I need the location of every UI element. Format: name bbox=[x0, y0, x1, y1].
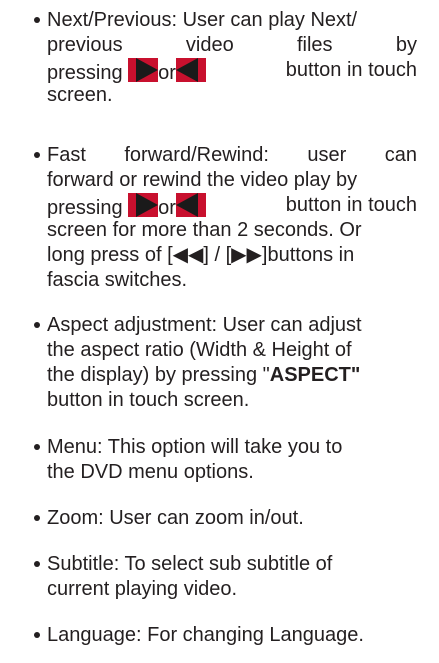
bullet bbox=[34, 561, 40, 567]
word: files bbox=[296, 34, 333, 56]
text-line: forward or rewind the video play by bbox=[47, 169, 358, 191]
word: or bbox=[158, 197, 176, 219]
word: the display) by pressing " bbox=[47, 364, 270, 386]
text-line: Zoom: User can zoom in/out. bbox=[47, 507, 304, 529]
bullet bbox=[34, 632, 40, 638]
aspect-label: ASPECT" bbox=[269, 364, 361, 386]
word: previous bbox=[47, 34, 123, 56]
word: user bbox=[307, 144, 347, 166]
text-line: the display) by pressing "ASPECT" bbox=[47, 363, 417, 388]
previous-button-icon bbox=[175, 193, 206, 217]
word: Fast bbox=[47, 144, 86, 166]
manual-page: Next/Previous: User can play Next/ previ… bbox=[0, 0, 439, 663]
text-line: Menu: This option will take you to bbox=[47, 436, 343, 458]
word: forward/Rewind: bbox=[124, 144, 269, 166]
next-button-icon bbox=[128, 193, 159, 217]
text-line: Subtitle: To select sub subtitle of bbox=[47, 553, 333, 575]
text-line: screen. bbox=[47, 84, 113, 106]
next-button-icon bbox=[128, 58, 159, 82]
text-line-justified: Fast forward/Rewind: user can bbox=[47, 143, 417, 168]
bullet bbox=[34, 515, 40, 521]
bullet bbox=[34, 322, 40, 328]
text-line: Language: For changing Language. bbox=[47, 624, 364, 646]
text-line: Next/Previous: User can play Next/ bbox=[47, 9, 358, 31]
word: or bbox=[158, 62, 176, 84]
previous-button-icon bbox=[175, 58, 206, 82]
text-line: long press of [◀◀] / [▶▶]buttons in bbox=[47, 244, 355, 266]
word: button in touch bbox=[285, 59, 417, 81]
text-line-justified: previous video files by bbox=[47, 33, 417, 58]
word: video bbox=[185, 34, 234, 56]
text-line-with-buttons: pressing or button in touch bbox=[47, 193, 417, 221]
bullet bbox=[34, 17, 40, 23]
word: by bbox=[395, 34, 417, 56]
text-line: screen for more than 2 seconds. Or bbox=[47, 219, 362, 241]
text-line: button in touch screen. bbox=[47, 389, 250, 411]
word: button in touch bbox=[285, 194, 417, 216]
bullet bbox=[34, 444, 40, 450]
text-line: current playing video. bbox=[47, 578, 238, 600]
text-line: fascia switches. bbox=[47, 269, 188, 291]
text-line-with-buttons: pressing or button in touch bbox=[47, 58, 417, 86]
word: can bbox=[384, 144, 417, 166]
text-line: the aspect ratio (Width & Height of bbox=[47, 339, 352, 361]
text-line: the DVD menu options. bbox=[47, 461, 254, 483]
word: pressing bbox=[47, 197, 123, 219]
bullet bbox=[34, 152, 40, 158]
text-line: Aspect adjustment: User can adjust bbox=[47, 314, 362, 336]
word: pressing bbox=[47, 62, 123, 84]
